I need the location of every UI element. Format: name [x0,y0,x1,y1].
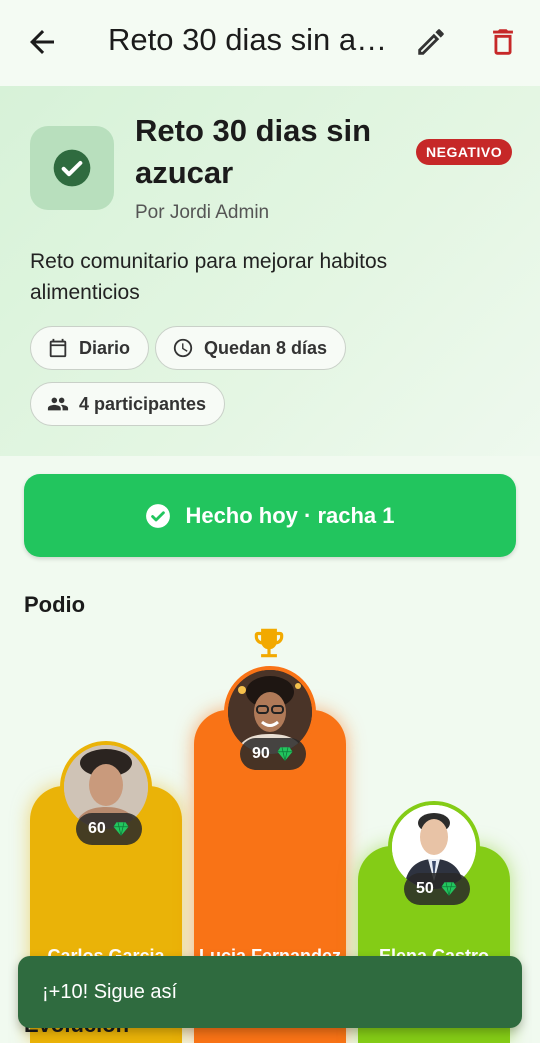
chip-frequency-label: Diario [79,337,131,358]
status-badge: NEGATIVO [416,139,513,165]
chip-remaining: Quedan 8 días [155,326,347,370]
chip-participants-label: 4 participantes [79,393,207,414]
chip-participants: 4 participantes [30,382,226,426]
podium-title: Podio [24,592,86,617]
chip-remaining-label: Quedan 8 días [204,337,328,358]
app-bar: Reto 30 dias sin azucar [0,0,540,86]
snackbar-message: ¡+10! Sigue así [42,980,178,1003]
done-today-label: Hecho hoy · racha 1 [185,502,395,528]
challenge-description: Reto comunitario para mejorar habitos al… [30,250,388,304]
chip-frequency: Diario [30,326,150,370]
points-third: 50 [404,873,470,905]
check-circle-icon [146,503,171,528]
gem-icon [441,882,457,896]
done-today-button[interactable]: Hecho hoy · racha 1 [24,474,516,557]
back-arrow-icon[interactable] [24,24,60,60]
gem-icon [277,747,293,761]
points-second-value: 60 [88,820,106,837]
points-first: 90 [240,738,306,770]
challenge-author: Por Jordi Admin [135,202,270,223]
calendar-icon [49,338,67,358]
points-first-value: 90 [252,745,270,762]
trophy-icon [250,624,288,667]
edit-icon[interactable] [414,25,450,61]
gem-icon [113,822,129,836]
points-third-value: 50 [416,880,434,897]
points-second: 60 [76,813,142,845]
people-icon [47,397,69,411]
delete-icon[interactable] [486,25,522,61]
page-title: Reto 30 dias sin azucar [108,22,388,57]
challenge-icon [30,126,114,210]
challenge-title: Reto 30 dias sin azucar [135,113,372,190]
snackbar: ¡+10! Sigue así [18,956,522,1028]
challenge-header: Reto 30 dias sin azucar NEGATIVO Por Jor… [0,86,540,456]
clock-icon [173,338,193,358]
